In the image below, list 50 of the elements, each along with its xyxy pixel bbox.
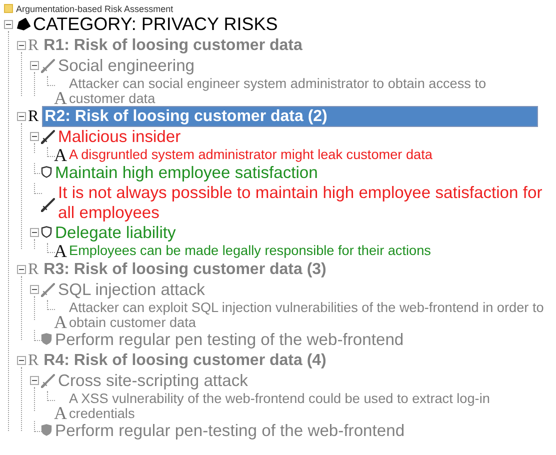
sword-icon (41, 198, 55, 212)
sword-icon (41, 130, 55, 144)
collapse-toggle[interactable] (17, 41, 26, 50)
collapse-toggle[interactable] (30, 61, 39, 70)
shield-icon (41, 166, 52, 178)
collapse-toggle[interactable] (30, 376, 39, 385)
sword-icon (41, 283, 55, 297)
collapse-toggle[interactable] (30, 228, 39, 237)
attack-label[interactable]: It is not always possible to maintain high employee satisfaction for all employees (58, 183, 544, 223)
category-label[interactable]: CATEGORY: PRIVACY RISKS (33, 14, 278, 35)
risk-marker-icon: R (28, 106, 39, 127)
defense-label[interactable]: Delegate liability (55, 223, 176, 243)
defense-label[interactable]: Maintain high employee satisfaction (55, 163, 318, 183)
argument-label: Employees can be made legally responsible for their actions (69, 243, 431, 258)
risk-label[interactable]: R2: Risk of loosing customer data (2) (42, 106, 538, 127)
risk-marker-icon: R (28, 259, 39, 280)
collapse-toggle[interactable] (30, 132, 39, 141)
attack-label[interactable]: SQL injection attack (58, 280, 205, 300)
defense-label[interactable]: Perform regular pen testing of the web-frontend (55, 330, 404, 350)
argument-marker-icon: A (54, 314, 67, 330)
argument-marker-icon: A (54, 405, 67, 421)
app-title: Argumentation-based Risk Assessment (16, 4, 174, 14)
risk-marker-icon: R (28, 35, 39, 56)
shield-icon (41, 226, 52, 238)
sword-icon (41, 59, 55, 73)
sword-icon (41, 374, 55, 388)
argument-marker-icon: A (54, 90, 67, 106)
argument-marker-icon: A (54, 147, 67, 163)
shield-icon (41, 424, 52, 436)
attack-label[interactable]: Malicious insider (58, 127, 181, 147)
argument-label: A disgruntled system administrator might leak customer data (69, 147, 432, 162)
risk-label[interactable]: R4: Risk of loosing customer data (4) (42, 350, 328, 371)
argument-label: Attacker can social engineer system administrator to obtain access to customer data (69, 76, 488, 106)
argument-label: Attacker can exploit SQL injection vulnerabilities of the web-frontend in order to obtain customer data (69, 300, 544, 330)
argument-marker-icon: A (54, 243, 67, 259)
collapse-toggle[interactable] (17, 356, 26, 365)
risk-label[interactable]: R1: Risk of loosing customer data (42, 35, 304, 56)
risk-marker-icon: R (28, 350, 39, 371)
attack-label[interactable]: Social engineering (58, 56, 195, 76)
collapse-toggle[interactable] (17, 265, 26, 274)
collapse-toggle[interactable] (4, 20, 13, 29)
folder-icon (4, 4, 13, 13)
collapse-toggle[interactable] (30, 285, 39, 294)
risk-label[interactable]: R3: Risk of loosing customer data (3) (42, 259, 328, 280)
shield-icon (41, 333, 52, 345)
defense-label[interactable]: Perform regular pen-testing of the web-frontend (55, 421, 405, 441)
tag-icon (15, 18, 31, 32)
argument-label: A XSS vulnerability of the web-frontend could be used to extract log-in credentials (69, 391, 491, 421)
collapse-toggle[interactable] (17, 112, 26, 121)
attack-label[interactable]: Cross site-scripting attack (58, 371, 248, 391)
